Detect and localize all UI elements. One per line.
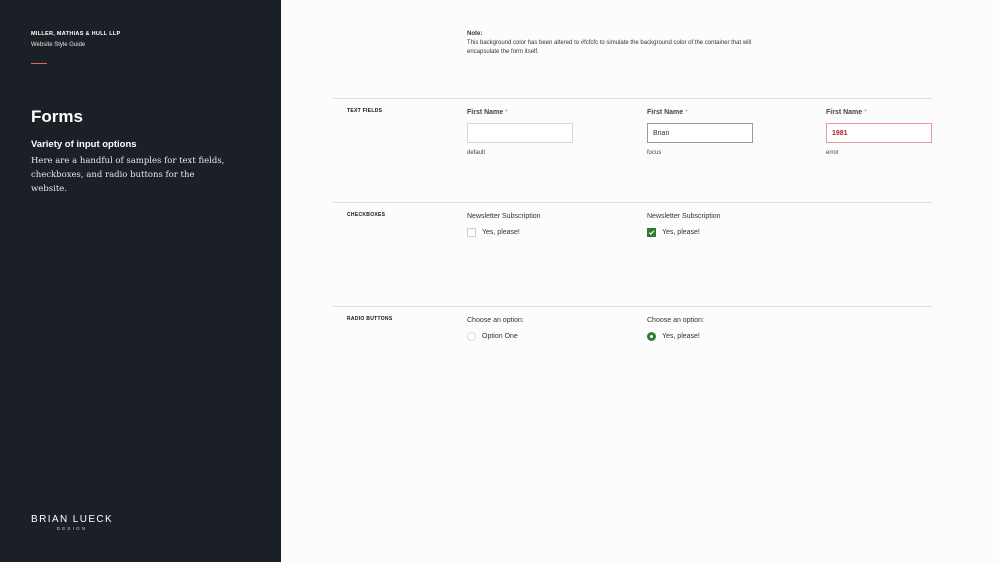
first-name-input-default[interactable] (467, 123, 573, 143)
first-name-input-focus[interactable] (647, 123, 753, 143)
required-asterisk: * (864, 109, 867, 116)
section-heading: Variety of input options (31, 139, 137, 150)
choose-option-label-selected: Choose an option: (647, 317, 704, 324)
section-divider (333, 202, 932, 203)
radio-buttons-section-label: RADIO BUTTONS (347, 316, 393, 322)
checkbox-box[interactable] (467, 228, 476, 237)
field-label-text: First Name (647, 109, 684, 116)
newsletter-label-unchecked: Newsletter Subscription (467, 213, 541, 220)
checkmark-icon (648, 230, 655, 235)
brand-name: BRIAN LUECK (31, 514, 114, 525)
radio-dot (650, 335, 653, 338)
error-caption: error (826, 150, 839, 156)
sidebar: MILLER, MATHIAS & HULL LLP Website Style… (0, 0, 281, 562)
first-name-label-focus: First Name * (647, 109, 688, 116)
required-asterisk: * (685, 109, 688, 116)
background-note: Note: This background color has been alt… (467, 30, 757, 57)
checkboxes-section-label: CHECKBOXES (347, 212, 386, 218)
note-label: Note: (467, 31, 483, 37)
radio-option-label: Option One (482, 333, 518, 340)
checkbox-box[interactable] (647, 228, 656, 237)
required-asterisk: * (505, 109, 508, 116)
field-label-text: First Name (467, 109, 504, 116)
choose-option-label-unselected: Choose an option: (467, 317, 524, 324)
section-divider (333, 98, 932, 99)
note-text: This background color has been altered t… (467, 40, 752, 55)
section-description: Here are a handful of samples for text f… (31, 156, 225, 194)
newsletter-label-checked: Newsletter Subscription (647, 213, 721, 220)
section-divider (333, 306, 932, 307)
field-label-text: First Name (826, 109, 863, 116)
radio-option-selected[interactable]: Yes, please! (647, 332, 700, 341)
first-name-label-default: First Name * (467, 109, 508, 116)
radio-option-label: Yes, please! (662, 333, 700, 340)
checkbox-option-label: Yes, please! (662, 229, 700, 236)
radio-circle[interactable] (467, 332, 476, 341)
newsletter-checkbox-checked[interactable]: Yes, please! (647, 228, 700, 237)
radio-circle[interactable] (647, 332, 656, 341)
radio-option-unselected[interactable]: Option One (467, 332, 518, 341)
first-name-input-error[interactable] (826, 123, 932, 143)
default-caption: default (467, 150, 486, 156)
page-title: Forms (31, 107, 83, 126)
checkbox-option-label: Yes, please! (482, 229, 520, 236)
guide-subtitle: Website Style Guide (31, 42, 86, 48)
first-name-label-error: First Name * (826, 109, 867, 116)
text-fields-section-label: TEXT FIELDS (347, 108, 383, 114)
accent-rule (31, 63, 47, 64)
brand-logo: BRIAN LUECK DESIGN (31, 514, 113, 531)
company-name: MILLER, MATHIAS & HULL LLP (31, 31, 121, 37)
focus-caption: focus (647, 150, 662, 156)
brand-sub: DESIGN (56, 526, 88, 531)
newsletter-checkbox-unchecked[interactable]: Yes, please! (467, 228, 520, 237)
